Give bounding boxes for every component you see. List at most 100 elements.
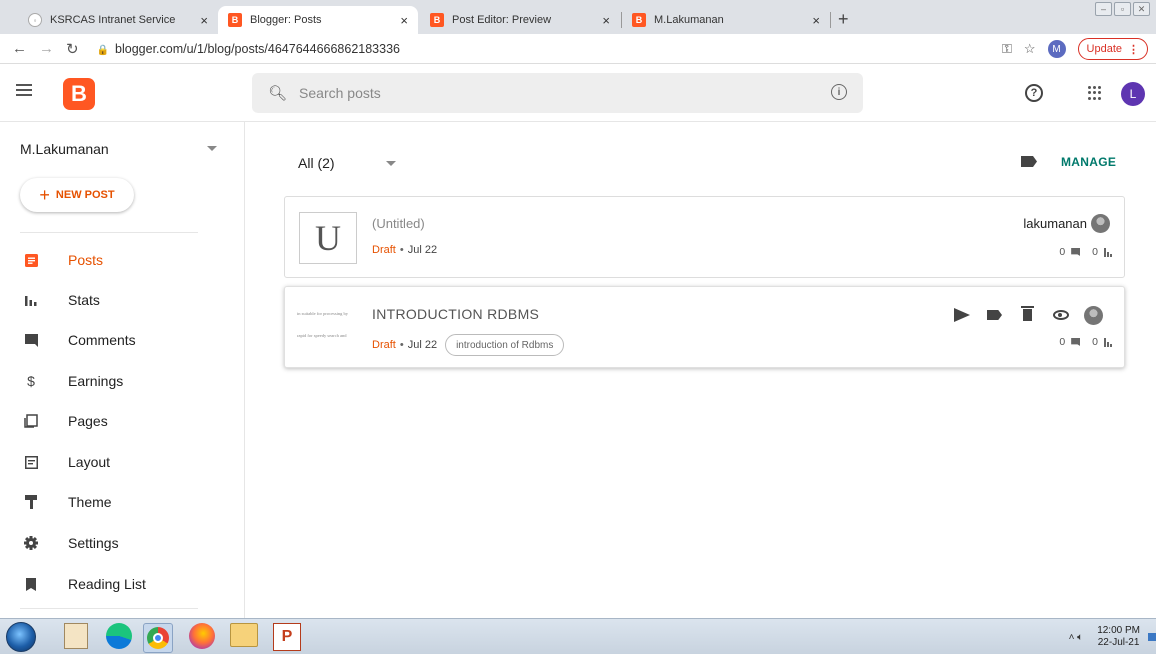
views-bar-icon: [1104, 247, 1112, 257]
chrome-icon[interactable]: [143, 623, 173, 653]
forward-arrow-icon[interactable]: →: [39, 40, 54, 57]
close-icon[interactable]: ×: [200, 13, 208, 28]
post-label-chip[interactable]: introduction of Rdbms: [445, 334, 565, 356]
address-bar: ← → ↻ 🔒 blogger.com/u/1/blog/posts/464764…: [0, 34, 1156, 64]
sidebar-item-reading-list[interactable]: Reading List: [0, 566, 245, 602]
posts-main: All (2) MANAGE U (Untitled) Draft • Jul …: [246, 122, 1156, 618]
clock[interactable]: 12:00 PM 22-Jul-21: [1097, 625, 1140, 649]
book-app-icon[interactable]: [64, 623, 88, 649]
blogger-favicon-icon: B: [228, 13, 242, 27]
preview-button[interactable]: [1044, 306, 1077, 324]
post-thumbnail: in suitable for processing by rapid for …: [297, 303, 371, 353]
close-icon[interactable]: ×: [602, 13, 610, 28]
new-post-button[interactable]: + NEW POST: [20, 178, 134, 212]
edge-icon[interactable]: [106, 623, 132, 649]
help-icon[interactable]: ?: [1025, 84, 1043, 102]
sidebar-item-theme[interactable]: Theme: [0, 484, 245, 520]
chevron-down-icon[interactable]: [207, 146, 217, 151]
author-avatar: [1091, 214, 1110, 233]
account-avatar[interactable]: L: [1121, 82, 1145, 106]
post-row[interactable]: U (Untitled) Draft • Jul 22 lakumanan 0 …: [284, 196, 1125, 278]
window-controls: – ▫ ✕: [1095, 2, 1150, 16]
tab-post-editor-preview[interactable]: B Post Editor: Preview ×: [420, 6, 620, 34]
sidebar-item-comments[interactable]: Comments: [0, 322, 245, 358]
apps-grid-icon[interactable]: [1088, 86, 1102, 100]
layout-icon: [24, 455, 38, 469]
meta-separator: •: [399, 339, 404, 351]
lock-icon: 🔒: [96, 44, 110, 56]
chevron-down-icon[interactable]: [386, 161, 396, 166]
thumbnail-text: in suitable for processing by: [297, 311, 348, 316]
url-field[interactable]: 🔒 blogger.com/u/1/blog/posts/464764466686…: [97, 42, 400, 56]
globe-icon: ◦: [28, 13, 42, 27]
post-status: Draft: [372, 244, 396, 256]
post-author: lakumanan: [1023, 214, 1110, 233]
manage-button[interactable]: MANAGE: [1061, 155, 1116, 169]
author-avatar: [1077, 305, 1110, 325]
post-title[interactable]: (Untitled): [372, 216, 425, 231]
post-row[interactable]: in suitable for processing by rapid for …: [284, 286, 1125, 368]
tab-blogger-posts[interactable]: B Blogger: Posts ×: [218, 6, 418, 34]
search-input[interactable]: [299, 85, 820, 101]
url-text: blogger.com/u/1/blog/posts/4647644666862…: [115, 41, 400, 56]
tab-label: Blogger: Posts: [250, 14, 322, 26]
menu-icon[interactable]: [16, 84, 32, 96]
comment-icon: [1071, 338, 1081, 346]
sidebar-item-posts[interactable]: Posts: [0, 242, 245, 278]
star-icon[interactable]: ☆: [1024, 41, 1036, 57]
folder-icon[interactable]: [230, 623, 258, 647]
minimize-icon[interactable]: –: [1095, 2, 1112, 16]
tray-icons[interactable]: ˄ 🔈︎: [1069, 632, 1084, 643]
label-button[interactable]: [978, 306, 1011, 324]
firefox-icon[interactable]: [189, 623, 215, 649]
sidebar-item-earnings[interactable]: $ Earnings: [0, 363, 245, 399]
divider: [20, 608, 198, 609]
tab-ksrcas[interactable]: ◦ KSRCAS Intranet Service ×: [18, 6, 218, 34]
sidebar-item-label: Stats: [68, 292, 100, 308]
sidebar-item-label: Reading List: [68, 576, 146, 592]
pages-icon: [24, 414, 38, 428]
info-icon[interactable]: i: [831, 84, 847, 100]
post-stats: 0 0: [1059, 336, 1112, 348]
tab-m-lakumanan[interactable]: B M.Lakumanan ×: [622, 6, 830, 34]
label-icon[interactable]: [1021, 156, 1037, 167]
close-window-icon[interactable]: ✕: [1133, 2, 1150, 16]
sidebar-item-stats[interactable]: Stats: [0, 282, 245, 318]
sidebar-item-settings[interactable]: Settings: [0, 525, 245, 561]
browser-profile-avatar[interactable]: M: [1047, 40, 1066, 58]
show-desktop-button[interactable]: [1148, 619, 1156, 654]
comment-count: 0: [1059, 336, 1066, 348]
post-meta: Draft • Jul 22 introduction of Rdbms: [372, 334, 565, 356]
taskbar: P ˄ 🔈︎ 12:00 PM 22-Jul-21: [0, 618, 1156, 654]
key-icon[interactable]: ⚿: [1002, 41, 1012, 57]
comment-icon: [1071, 248, 1081, 256]
thumbnail-text: rapid for speedy search and: [297, 333, 347, 338]
post-filter-dropdown[interactable]: All (2): [298, 155, 335, 171]
blogger-header: B 🔍︎ i ? L: [0, 64, 1156, 122]
update-button[interactable]: Update ⋮: [1077, 38, 1148, 60]
start-button[interactable]: [6, 622, 36, 652]
clock-time: 12:00 PM: [1097, 625, 1140, 636]
gear-icon: [24, 536, 38, 550]
tab-label: KSRCAS Intranet Service: [50, 14, 176, 26]
new-tab-button[interactable]: +: [838, 10, 849, 28]
post-title[interactable]: INTRODUCTION RDBMS: [372, 306, 539, 322]
close-icon[interactable]: ×: [400, 13, 408, 28]
sidebar-item-layout[interactable]: Layout: [0, 444, 245, 480]
delete-button[interactable]: [1011, 306, 1044, 324]
blog-name[interactable]: M.Lakumanan: [20, 141, 109, 157]
reload-icon[interactable]: ↻: [66, 40, 79, 58]
tab-divider: [830, 12, 831, 28]
search-icon[interactable]: 🔍︎: [268, 84, 287, 102]
blogger-favicon-icon: B: [632, 13, 646, 27]
restore-icon[interactable]: ▫: [1114, 2, 1131, 16]
post-thumbnail: U: [299, 212, 357, 264]
sidebar-item-label: Earnings: [68, 373, 124, 389]
blogger-logo[interactable]: B: [63, 78, 95, 110]
publish-button[interactable]: [945, 306, 978, 324]
back-arrow-icon[interactable]: ←: [12, 40, 27, 57]
tab-label: M.Lakumanan: [654, 14, 724, 26]
powerpoint-icon[interactable]: P: [273, 623, 301, 651]
sidebar-item-pages[interactable]: Pages: [0, 403, 245, 439]
close-icon[interactable]: ×: [812, 13, 820, 28]
